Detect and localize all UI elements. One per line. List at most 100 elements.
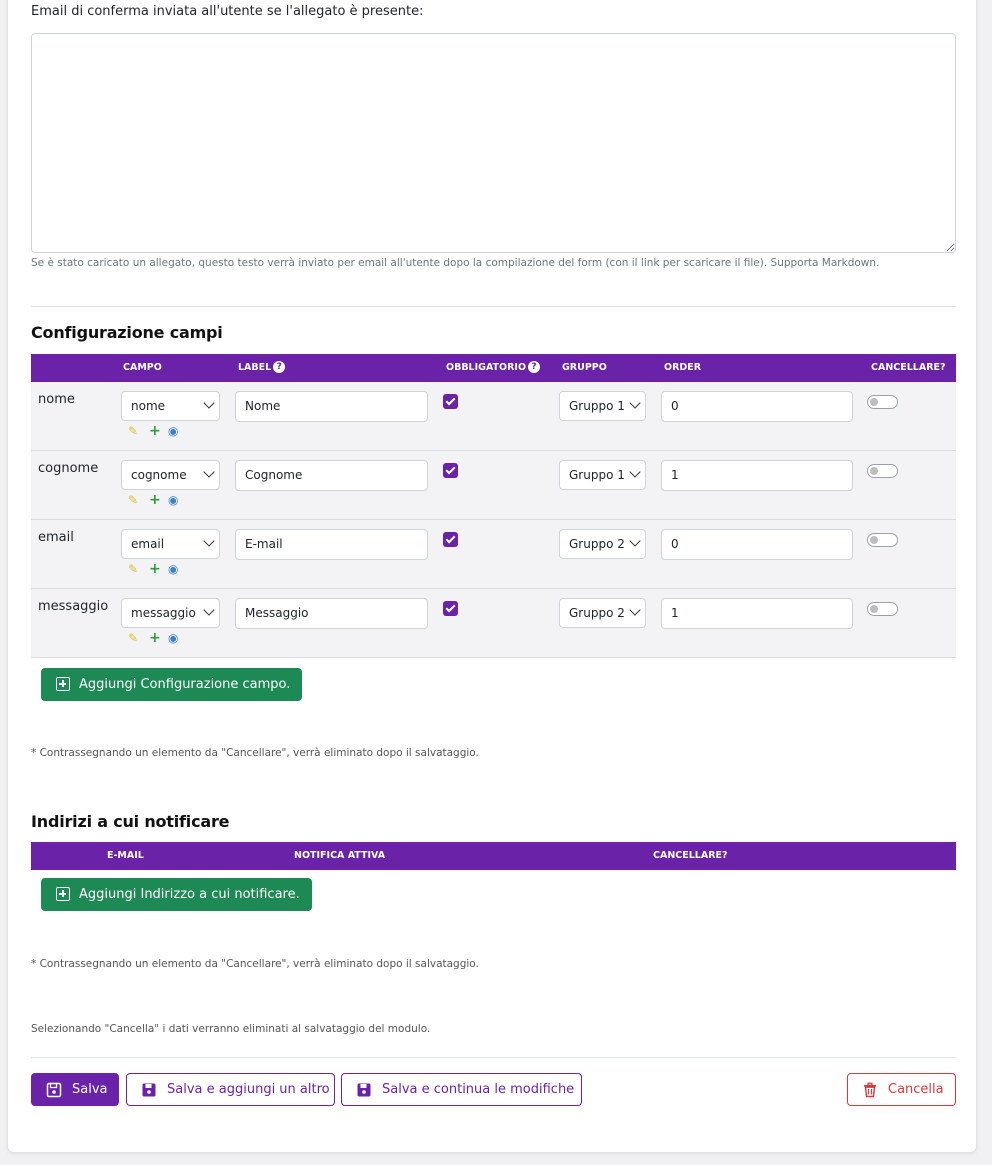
help-icon[interactable]: ? <box>273 360 286 373</box>
gruppo-select[interactable]: Gruppo 2 <box>559 598 646 628</box>
gruppo-select[interactable]: Gruppo 1 <box>559 460 646 490</box>
plus-square-icon <box>56 677 70 691</box>
cancellare-toggle[interactable] <box>867 464 898 478</box>
header-email: E-mail <box>107 850 144 861</box>
obbligatorio-checkbox[interactable] <box>443 601 458 616</box>
eye-icon[interactable]: ◉ <box>168 562 178 576</box>
plus-icon[interactable]: + <box>149 493 161 507</box>
delete-label: Cancella <box>888 1082 944 1097</box>
label-input[interactable]: Messaggio <box>235 598 428 629</box>
chevron-down-icon <box>629 604 641 616</box>
row-name: messaggio <box>38 599 109 614</box>
label-input[interactable]: E-mail <box>235 529 428 560</box>
header-order: Order <box>664 362 702 373</box>
cancellare-toggle[interactable] <box>867 395 898 409</box>
chevron-down-icon <box>629 466 641 478</box>
header-label: Label? <box>238 354 286 382</box>
header-cancellare: Cancellare? <box>653 850 728 861</box>
label-input[interactable]: Cognome <box>235 460 428 491</box>
save-and-add-label: Salva e aggiungi un altro <box>167 1082 330 1097</box>
chevron-down-icon <box>629 397 641 409</box>
confirm-email-help: Se è stato caricato un allegato, questo … <box>31 257 880 269</box>
order-input[interactable]: 1 <box>661 460 853 491</box>
floppy-disk-icon <box>46 1082 62 1098</box>
fields-delete-note: * Contrassegnando un elemento da "Cancel… <box>31 747 479 759</box>
chevron-down-icon <box>203 535 215 547</box>
chevron-down-icon <box>203 466 215 478</box>
confirm-email-label: Email di conferma inviata all'utente se … <box>31 4 424 19</box>
obbligatorio-checkbox[interactable] <box>443 394 458 409</box>
campo-select-value: email <box>131 537 165 551</box>
gruppo-select[interactable]: Gruppo 1 <box>559 391 646 421</box>
table-row: cognome cognome ✎ + ◉ Cognome Gruppo 1 1 <box>31 451 956 520</box>
gruppo-select-value: Gruppo 1 <box>569 399 625 413</box>
save-and-continue-label: Salva e continua le modifiche <box>382 1082 575 1097</box>
pencil-icon[interactable]: ✎ <box>128 562 138 576</box>
header-cancellare: Cancellare? <box>871 362 946 373</box>
cancellare-toggle[interactable] <box>867 533 898 547</box>
header-label-text: Label <box>238 362 272 373</box>
row-name: email <box>38 530 74 545</box>
plus-icon[interactable]: + <box>149 424 161 438</box>
divider <box>31 1057 956 1058</box>
order-input[interactable]: 0 <box>661 391 853 422</box>
header-campo: Campo <box>123 362 162 373</box>
row-name: nome <box>38 392 75 407</box>
campo-select-value: cognome <box>131 468 187 482</box>
add-field-config-button[interactable]: Aggiungi Configurazione campo. <box>41 668 303 701</box>
fields-section-title: Configurazione campi <box>31 323 223 342</box>
table-row: nome nome ✎ + ◉ Nome Gruppo 1 0 <box>31 382 956 451</box>
order-input[interactable]: 1 <box>661 598 853 629</box>
add-notify-address-button[interactable]: Aggiungi Indirizzo a cui notificare. <box>41 878 312 911</box>
eye-icon[interactable]: ◉ <box>168 631 178 645</box>
obbligatorio-checkbox[interactable] <box>443 532 458 547</box>
notify-table-header: E-mail Notifica attiva Cancellare? <box>31 842 956 870</box>
header-obbligatorio: Obbligatorio? <box>446 354 541 382</box>
campo-select[interactable]: nome <box>121 391 220 421</box>
header-gruppo: Gruppo <box>562 362 607 373</box>
campo-select-value: messaggio <box>131 606 196 620</box>
header-notifica-attiva: Notifica attiva <box>294 850 386 861</box>
help-icon[interactable]: ? <box>528 360 541 373</box>
eye-icon[interactable]: ◉ <box>168 424 178 438</box>
table-row: messaggio messaggio ✎ + ◉ Messaggio Grup… <box>31 589 956 658</box>
save-button[interactable]: Salva <box>31 1073 119 1106</box>
gruppo-select[interactable]: Gruppo 2 <box>559 529 646 559</box>
campo-select[interactable]: email <box>121 529 220 559</box>
plus-icon[interactable]: + <box>149 631 161 645</box>
divider <box>31 306 956 307</box>
campo-select[interactable]: messaggio <box>121 598 220 628</box>
pencil-icon[interactable]: ✎ <box>128 424 138 438</box>
floppy-disk-icon <box>357 1083 371 1097</box>
obbligatorio-checkbox[interactable] <box>443 463 458 478</box>
gruppo-select-value: Gruppo 2 <box>569 537 625 551</box>
trash-icon <box>864 1082 876 1098</box>
confirm-email-textarea[interactable] <box>31 33 956 253</box>
label-input[interactable]: Nome <box>235 391 428 422</box>
delete-button[interactable]: Cancella <box>847 1073 956 1106</box>
add-notify-address-label: Aggiungi Indirizzo a cui notificare. <box>79 887 300 902</box>
notify-section-title: Indirizi a cui notificare <box>31 812 230 831</box>
fields-table-header: Campo Label? Obbligatorio? Gruppo Order … <box>31 354 956 382</box>
cancellare-toggle[interactable] <box>867 602 898 616</box>
campo-select[interactable]: cognome <box>121 460 220 490</box>
floppy-disk-icon <box>142 1083 156 1097</box>
add-field-config-label: Aggiungi Configurazione campo. <box>79 677 291 692</box>
form-card: Email di conferma inviata all'utente se … <box>7 0 977 1153</box>
notify-delete-note: * Contrassegnando un elemento da "Cancel… <box>31 958 479 970</box>
pencil-icon[interactable]: ✎ <box>128 631 138 645</box>
chevron-down-icon <box>203 397 215 409</box>
delete-info-text: Selezionando "Cancella" i dati verranno … <box>31 1023 431 1035</box>
row-name: cognome <box>38 461 99 476</box>
plus-square-icon <box>56 887 70 901</box>
chevron-down-icon <box>629 535 641 547</box>
save-and-add-button[interactable]: Salva e aggiungi un altro <box>126 1073 335 1106</box>
eye-icon[interactable]: ◉ <box>168 493 178 507</box>
save-label: Salva <box>72 1082 108 1097</box>
save-and-continue-button[interactable]: Salva e continua le modifiche <box>341 1073 582 1106</box>
plus-icon[interactable]: + <box>149 562 161 576</box>
order-input[interactable]: 0 <box>661 529 853 560</box>
campo-select-value: nome <box>131 399 166 413</box>
pencil-icon[interactable]: ✎ <box>128 493 138 507</box>
gruppo-select-value: Gruppo 2 <box>569 606 625 620</box>
